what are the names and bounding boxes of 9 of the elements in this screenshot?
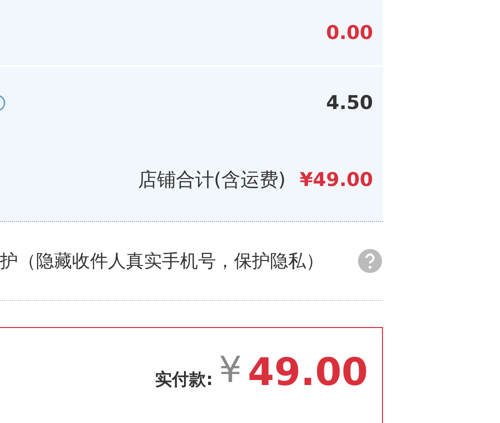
currency-symbol: ¥ [218,350,242,391]
payment-amount: 49.00 [248,350,368,394]
payment-label: 实付款: [155,369,213,391]
shop-total-value: ¥49.00 [300,169,373,191]
amount-value: 4.50 [326,92,373,114]
privacy-note: 护（隐藏收件人真实手机号，保护隐私） [0,250,324,273]
help-icon[interactable] [358,249,382,273]
amount-value: 0.00 [326,22,373,44]
shop-total-label: 店铺合计(含运费) [138,168,286,193]
